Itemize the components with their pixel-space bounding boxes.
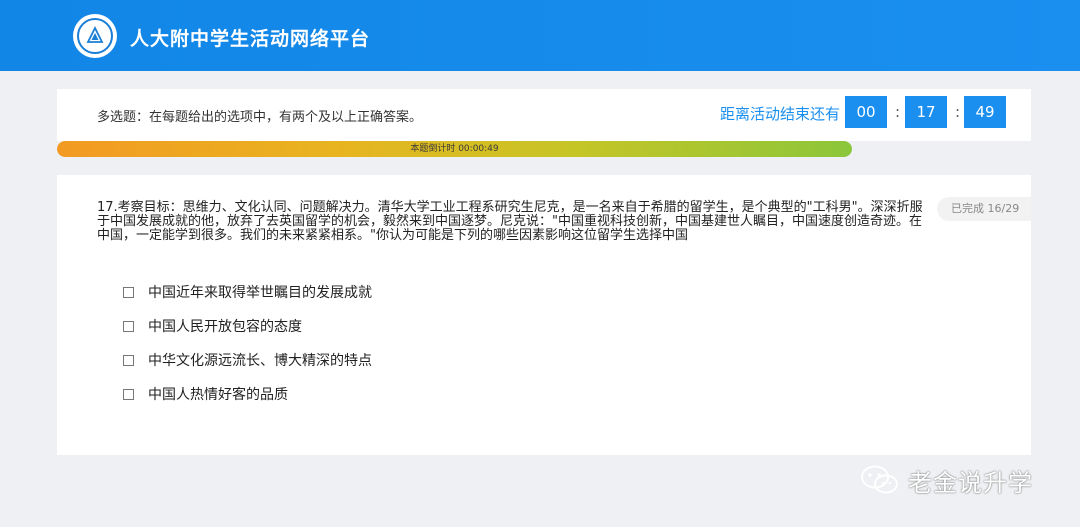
countdown-minutes: 17 bbox=[905, 96, 947, 128]
logo-emblem-icon bbox=[86, 26, 104, 43]
countdown-separator: : bbox=[955, 103, 961, 121]
countdown-seconds: 49 bbox=[964, 96, 1006, 128]
question-type-instruction: 多选题：在每题给出的选项中，有两个及以上正确答案。 bbox=[97, 110, 423, 125]
answer-options: 中国近年来取得举世瞩目的发展成就 中国人民开放包容的态度 中华文化源远流长、博大… bbox=[123, 275, 372, 411]
option-label: 中国人热情好客的品质 bbox=[148, 387, 288, 403]
completed-badge: 已完成 16/29 bbox=[937, 197, 1031, 221]
countdown-separator: : bbox=[895, 103, 901, 121]
option-label: 中国近年来取得举世瞩目的发展成就 bbox=[148, 285, 372, 301]
watermark-text: 老金说升学 bbox=[908, 468, 1033, 497]
school-logo bbox=[73, 14, 117, 58]
watermark: 老金说升学 bbox=[860, 460, 1033, 500]
question-panel: 17.考察目标：思维力、文化认同、问题解决力。清华大学工业工程系研究生尼克，是一… bbox=[57, 175, 1031, 455]
checkbox[interactable] bbox=[123, 388, 134, 400]
answer-option[interactable]: 中国人民开放包容的态度 bbox=[123, 309, 372, 343]
wechat-icon bbox=[861, 465, 898, 494]
option-label: 中国人民开放包容的态度 bbox=[148, 319, 302, 335]
countdown-label: 距离活动结束还有 bbox=[720, 105, 841, 123]
question-text: 17.考察目标：思维力、文化认同、问题解决力。清华大学工业工程系研究生尼克，是一… bbox=[97, 200, 923, 243]
app-title: 人大附中学生活动网络平台 bbox=[130, 28, 371, 50]
instruction-panel: 多选题：在每题给出的选项中，有两个及以上正确答案。 距离活动结束还有 00 : … bbox=[57, 89, 1031, 141]
app-header: 人大附中学生活动网络平台 bbox=[0, 0, 1080, 71]
option-label: 中华文化源远流长、博大精深的特点 bbox=[148, 353, 372, 369]
question-timer-bar: 本题倒计时 00:00:49 bbox=[57, 141, 852, 157]
checkbox[interactable] bbox=[123, 286, 134, 298]
answer-option[interactable]: 中国近年来取得举世瞩目的发展成就 bbox=[123, 275, 372, 309]
countdown-hours: 00 bbox=[845, 96, 887, 128]
question-timer-text: 本题倒计时 00:00:49 bbox=[410, 144, 499, 154]
answer-option[interactable]: 中华文化源远流长、博大精深的特点 bbox=[123, 343, 372, 377]
checkbox[interactable] bbox=[123, 354, 134, 366]
checkbox[interactable] bbox=[123, 320, 134, 332]
answer-option[interactable]: 中国人热情好客的品质 bbox=[123, 377, 372, 411]
